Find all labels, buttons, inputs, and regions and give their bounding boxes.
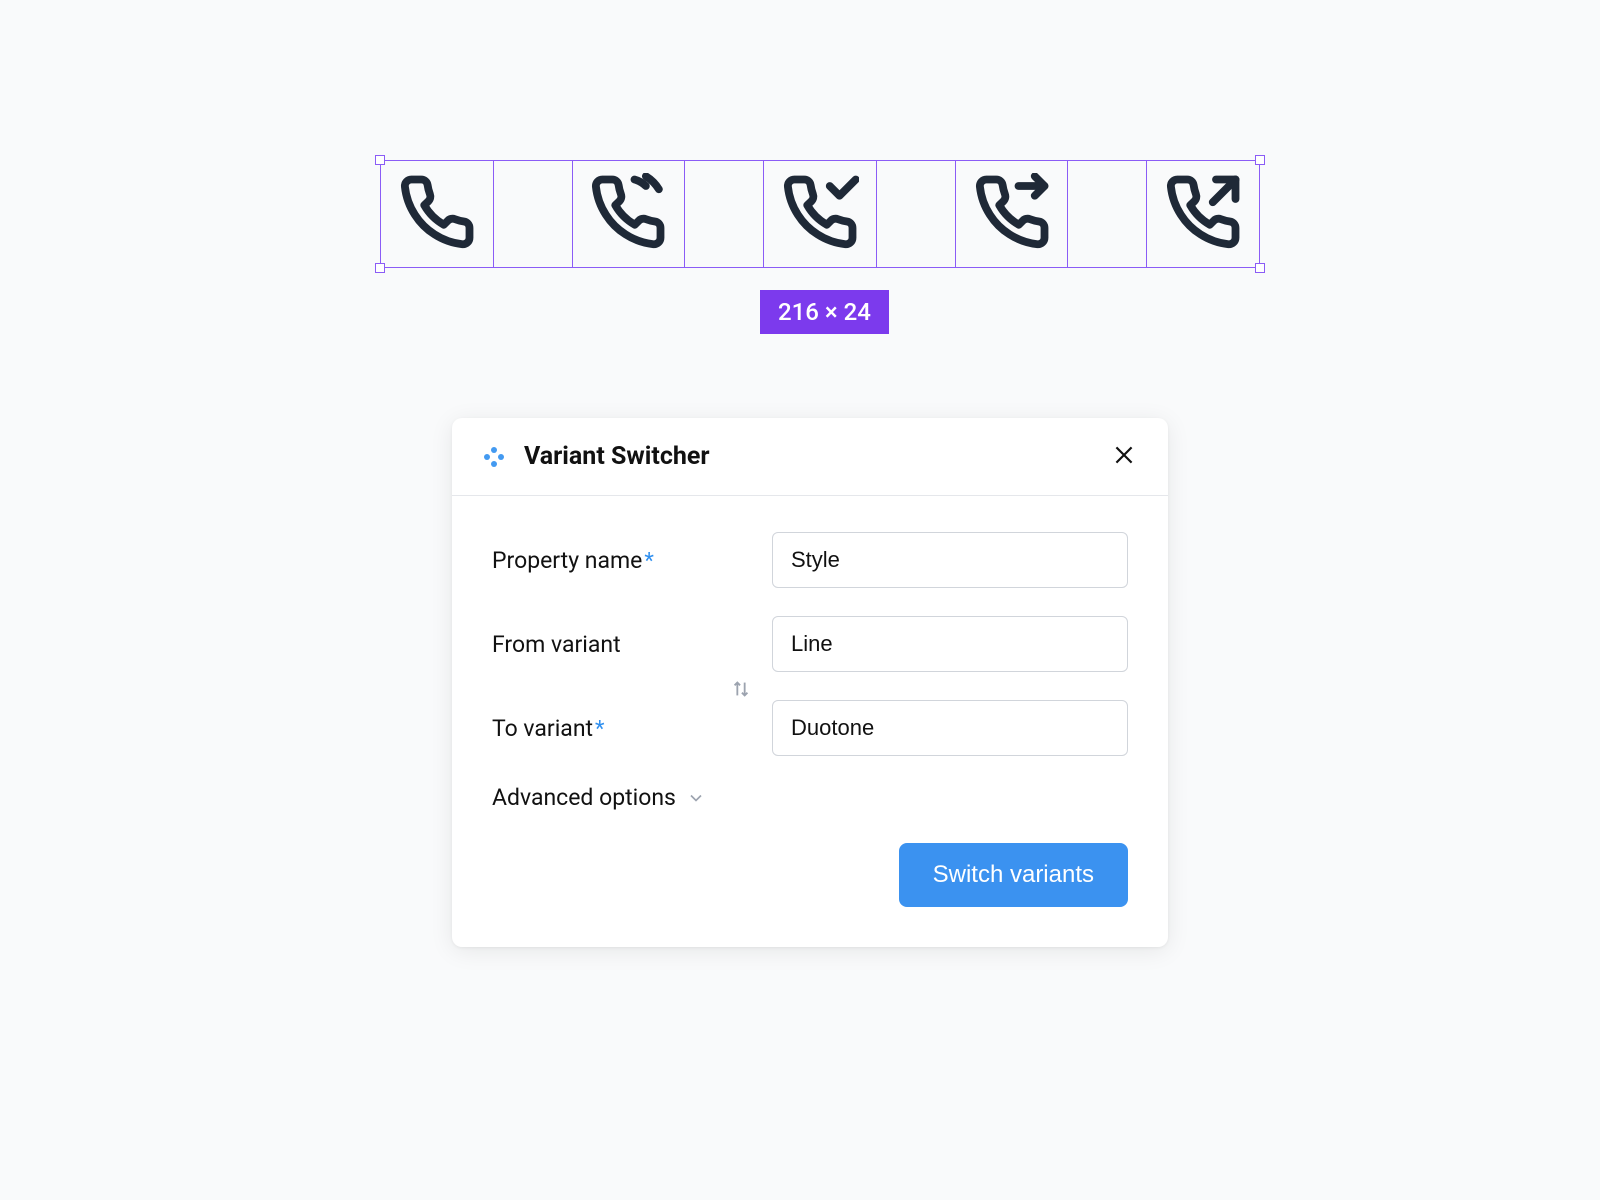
phone-check-icon — [781, 173, 859, 255]
phone-icon — [398, 173, 476, 255]
label-text: To variant — [492, 715, 593, 742]
icon-spacer — [877, 161, 956, 267]
advanced-options-toggle[interactable]: Advanced options — [492, 784, 1128, 811]
icon-cell-phone-check[interactable] — [764, 161, 877, 267]
modal-header: Variant Switcher — [452, 418, 1168, 496]
close-icon — [1111, 442, 1137, 472]
from-variant-input[interactable] — [772, 616, 1128, 672]
selection-handle-br[interactable] — [1255, 263, 1265, 273]
required-asterisk: * — [595, 717, 604, 742]
modal-body: Property name* From variant To variant* … — [452, 496, 1168, 947]
switch-variants-button[interactable]: Switch variants — [899, 843, 1128, 907]
label-text: From variant — [492, 631, 621, 658]
selection-handle-bl[interactable] — [375, 263, 385, 273]
from-variant-label: From variant — [492, 631, 772, 658]
icon-cell-phone-outgoing[interactable] — [1147, 161, 1259, 267]
to-variant-row: To variant* — [492, 700, 1128, 756]
label-text: Property name — [492, 547, 642, 574]
selection-handle-tr[interactable] — [1255, 155, 1265, 165]
property-name-input[interactable] — [772, 532, 1128, 588]
property-name-label: Property name* — [492, 547, 772, 574]
icon-row — [381, 161, 1259, 267]
from-variant-row: From variant — [492, 616, 1128, 672]
advanced-options-label: Advanced options — [492, 784, 676, 811]
close-button[interactable] — [1110, 443, 1138, 471]
property-name-row: Property name* — [492, 532, 1128, 588]
modal-title: Variant Switcher — [524, 442, 1110, 471]
chevron-down-icon — [686, 788, 706, 808]
to-variant-label: To variant* — [492, 715, 772, 742]
required-asterisk: * — [644, 549, 653, 574]
modal-footer: Switch variants — [492, 843, 1128, 907]
to-variant-input[interactable] — [772, 700, 1128, 756]
phone-forward-icon — [973, 173, 1051, 255]
phone-outgoing-icon — [1164, 173, 1242, 255]
icon-cell-phone-ringing[interactable] — [573, 161, 686, 267]
phone-ringing-icon — [589, 173, 667, 255]
selection-frame[interactable] — [380, 160, 1260, 268]
icon-cell-phone-forward[interactable] — [956, 161, 1069, 267]
icon-cell-phone[interactable] — [381, 161, 494, 267]
plugin-logo-icon — [482, 445, 506, 469]
icon-spacer — [494, 161, 573, 267]
selection-handle-tl[interactable] — [375, 155, 385, 165]
icon-spacer — [1068, 161, 1147, 267]
selection-dimensions-badge: 216 × 24 — [760, 290, 889, 334]
variant-switcher-modal: Variant Switcher Property name* From var… — [452, 418, 1168, 947]
icon-spacer — [685, 161, 764, 267]
